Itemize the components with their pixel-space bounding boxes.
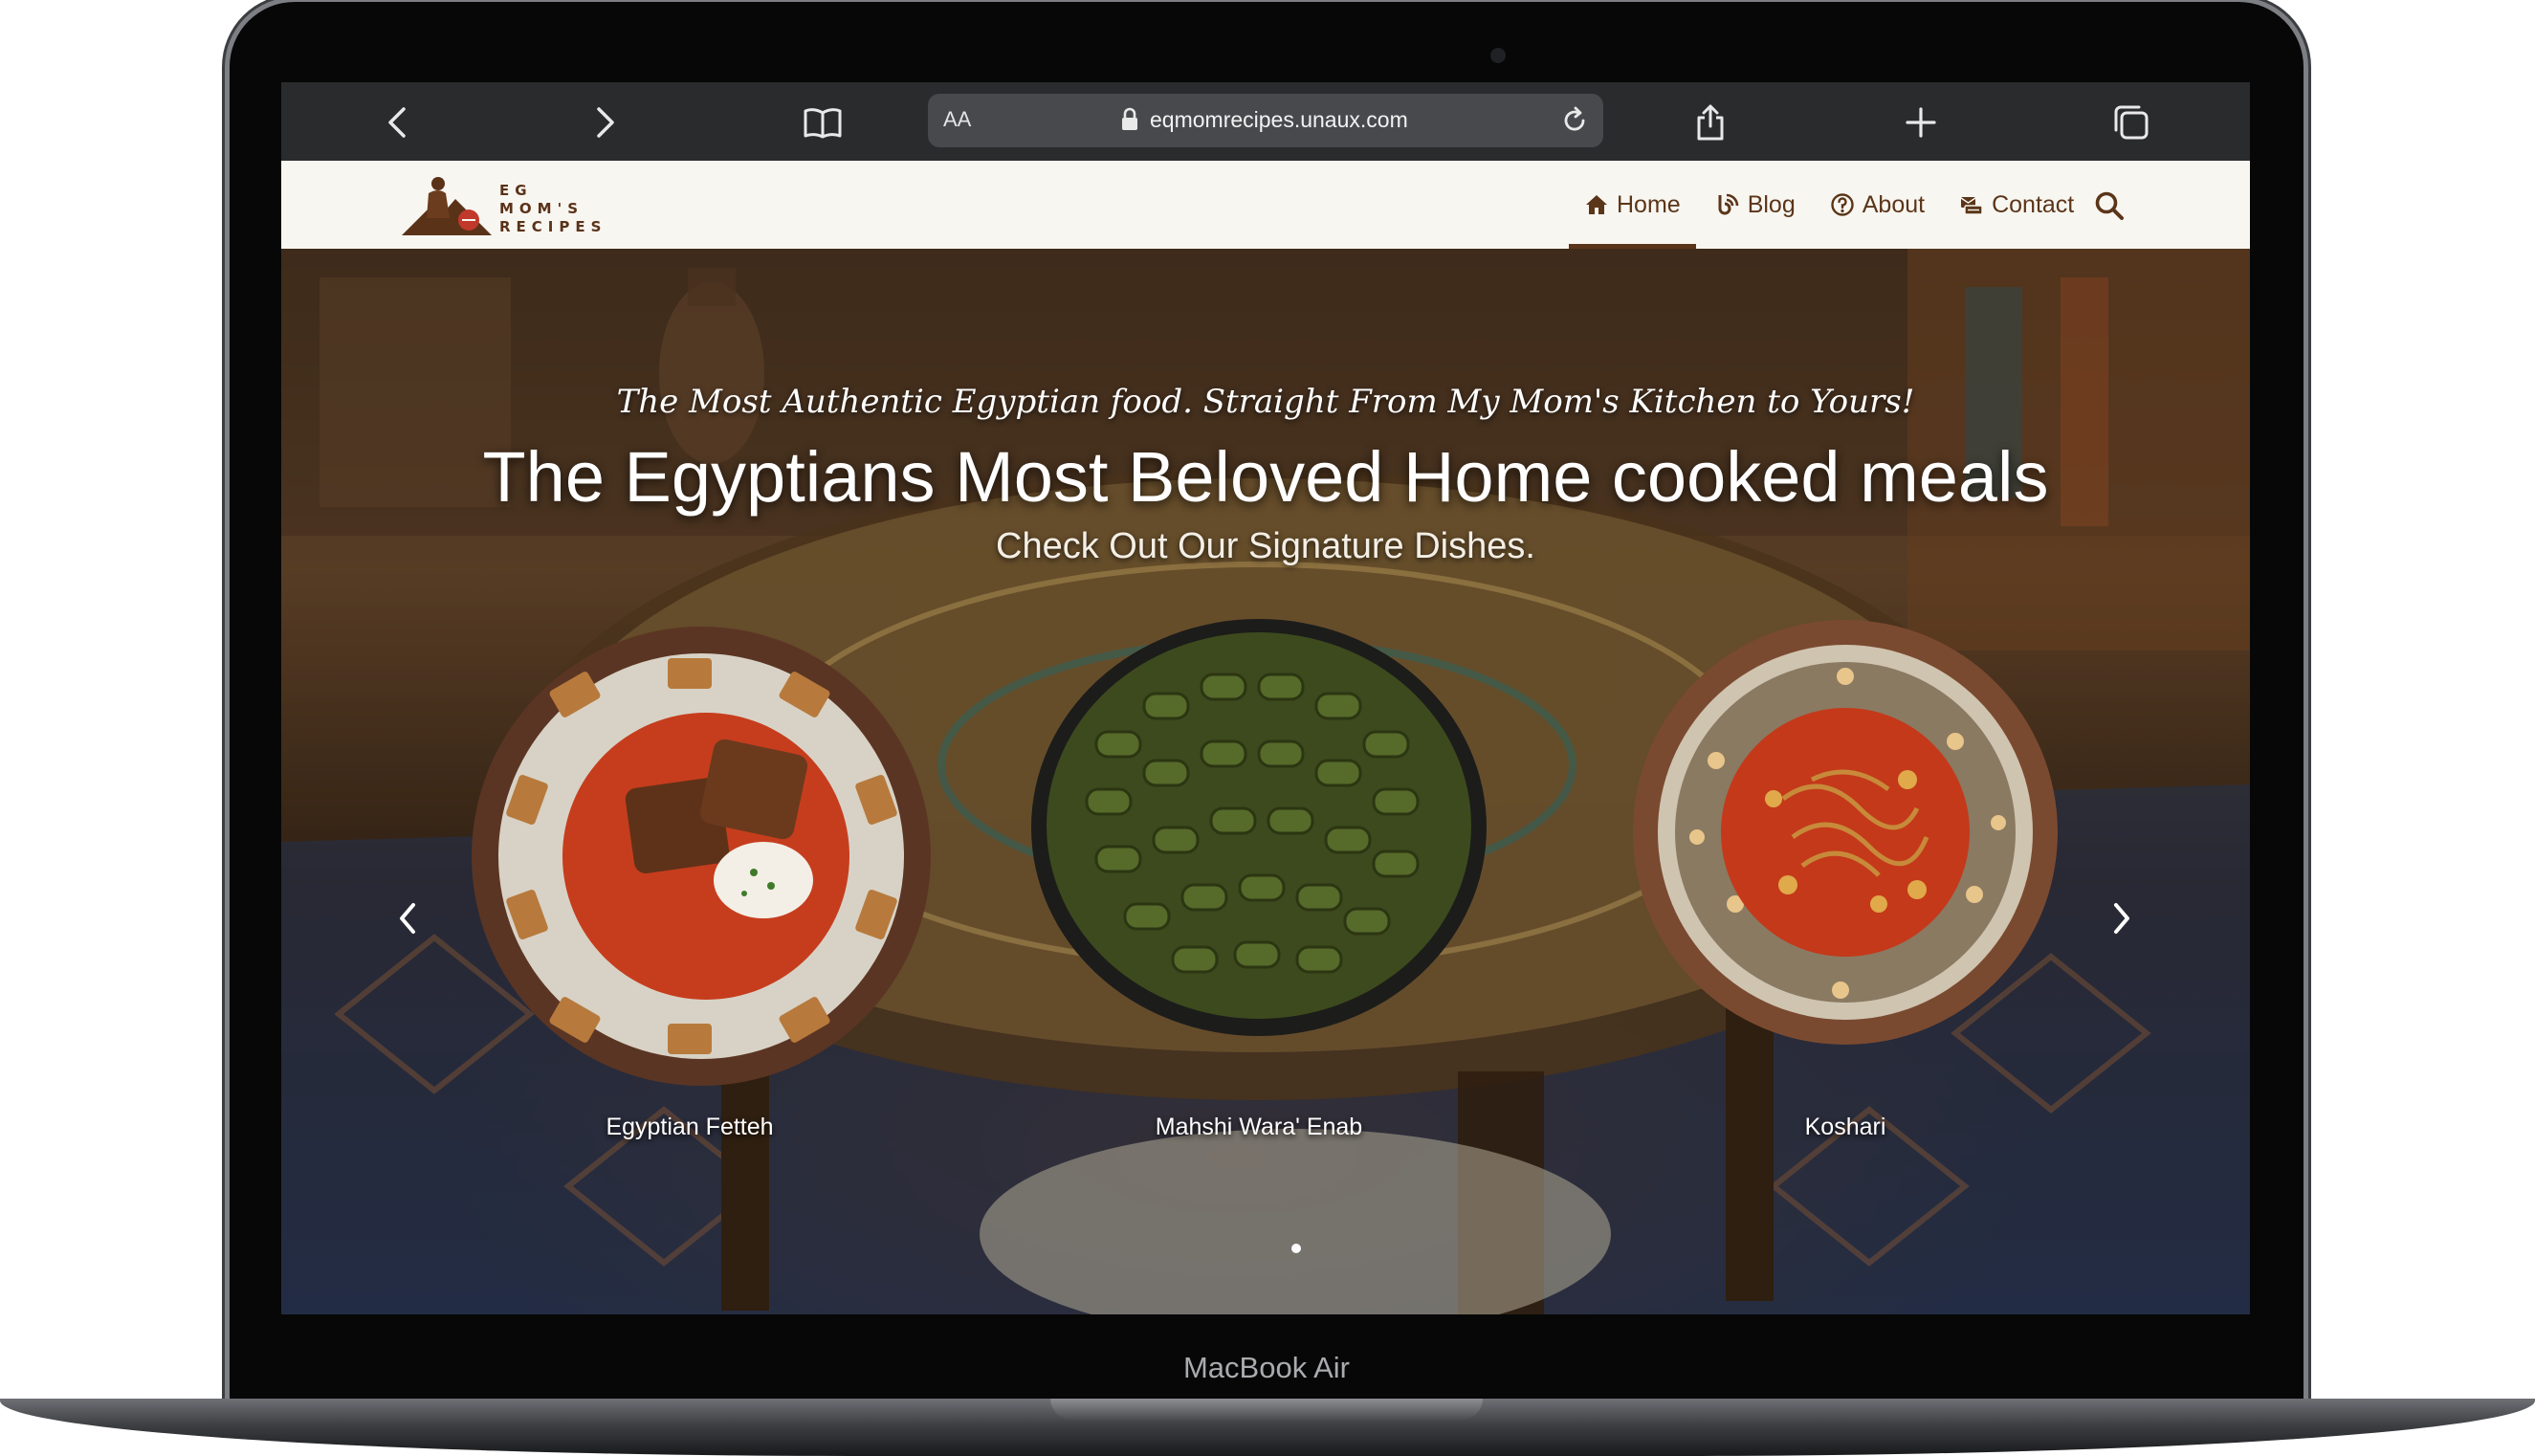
dish-label-fetteh: Egyptian Fetteh xyxy=(606,1114,774,1140)
hero-subtitle: Check Out Our Signature Dishes. xyxy=(996,526,1535,566)
reload-icon[interactable] xyxy=(1557,103,1592,138)
site-logo[interactable]: EG MOM'S RECIPES xyxy=(402,170,622,239)
nav-about-label: About xyxy=(1862,190,1926,218)
browser-toolbar: AA eqmomrecipes.unaux.com xyxy=(281,82,2250,161)
nav-contact[interactable]: Contact xyxy=(1942,161,2091,249)
hero-title: The Egyptians Most Beloved Home cooked m… xyxy=(482,437,2049,517)
new-tab-icon xyxy=(1906,107,1936,138)
logo-line-2: MOM'S xyxy=(499,200,584,217)
camera xyxy=(1490,48,1506,63)
dish-image-mahshi[interactable] xyxy=(1029,617,1488,1038)
share-icon xyxy=(1697,104,1724,141)
carousel-indicator[interactable] xyxy=(1291,1244,1301,1253)
new-tab-button[interactable] xyxy=(1898,99,1944,145)
bookmarks-button[interactable] xyxy=(800,99,846,145)
tabs-icon xyxy=(2114,105,2149,140)
hero-tagline: The Most Authentic Egyptian food. Straig… xyxy=(616,383,1915,421)
bookmarks-icon xyxy=(804,108,842,139)
forward-button[interactable] xyxy=(582,99,628,145)
screen: AA eqmomrecipes.unaux.com EG MOM'S RECIP… xyxy=(281,82,2250,1314)
hero-carousel: The Most Authentic Egyptian food. Straig… xyxy=(281,249,2250,1314)
dish-label-koshari: Koshari xyxy=(1804,1114,1886,1140)
back-button[interactable] xyxy=(375,99,421,145)
search-icon[interactable] xyxy=(2093,189,2126,222)
share-button[interactable] xyxy=(1687,99,1733,145)
carousel-next-icon[interactable] xyxy=(2105,895,2139,941)
forward-icon xyxy=(597,107,614,138)
text-size-button[interactable]: AA xyxy=(943,107,971,132)
nav-home[interactable]: Home xyxy=(1567,161,1698,249)
blog-icon xyxy=(1718,193,1738,215)
dish-image-koshari[interactable] xyxy=(1630,617,2061,1048)
address-bar[interactable]: AA eqmomrecipes.unaux.com xyxy=(928,94,1603,147)
carousel-prev-icon[interactable] xyxy=(390,895,425,941)
url-text: eqmomrecipes.unaux.com xyxy=(1150,107,1408,132)
device-label: MacBook Air xyxy=(1182,1351,1350,1384)
nav-home-label: Home xyxy=(1617,190,1681,218)
nav-contact-label: Contact xyxy=(1992,190,2075,218)
main-menu: Home Blog About Contact xyxy=(1567,161,2091,249)
logo-text: EG MOM'S RECIPES xyxy=(499,182,606,236)
logo-emblem-icon xyxy=(402,177,492,235)
nav-about[interactable]: About xyxy=(1813,161,1942,249)
site-navbar: EG MOM'S RECIPES Home Blog About Contact xyxy=(281,161,2250,249)
tabs-overview-button[interactable] xyxy=(2108,99,2154,145)
laptop-hinge-notch xyxy=(1050,1399,1483,1420)
contact-icon xyxy=(1960,197,1983,215)
logo-line-3: RECIPES xyxy=(499,218,607,235)
question-circle-icon xyxy=(1831,193,1854,216)
home-icon xyxy=(1586,195,1607,214)
nav-blog-label: Blog xyxy=(1747,190,1796,218)
nav-blog[interactable]: Blog xyxy=(1698,161,1813,249)
back-icon xyxy=(388,107,406,138)
dish-image-fetteh[interactable] xyxy=(467,622,936,1091)
logo-line-1: EG xyxy=(499,182,533,199)
dish-label-mahshi: Mahshi Wara' Enab xyxy=(1155,1114,1363,1140)
lock-icon xyxy=(1122,107,1137,130)
